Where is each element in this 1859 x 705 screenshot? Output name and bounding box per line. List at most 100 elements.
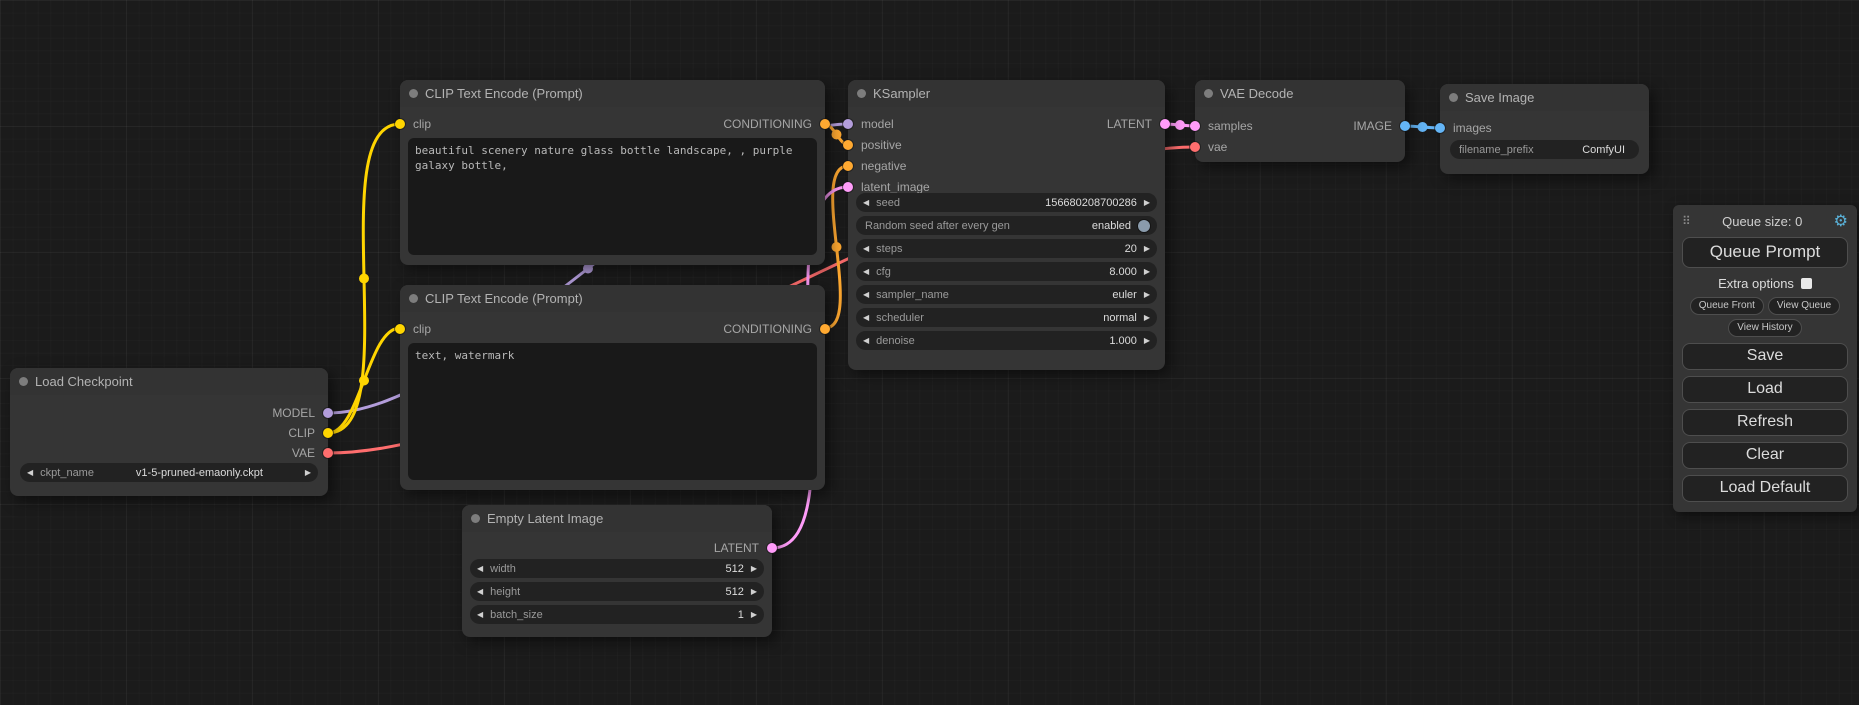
input-port-clip[interactable]	[395, 119, 405, 129]
widget-denoise[interactable]: ◀ denoise 1.000 ▶	[856, 331, 1157, 350]
widget-steps[interactable]: ◀ steps 20 ▶	[856, 239, 1157, 258]
node-title-bar[interactable]: Load Checkpoint	[10, 368, 328, 395]
input-port-vae[interactable]	[1190, 142, 1200, 152]
collapse-dot-icon[interactable]	[1204, 89, 1213, 98]
output-port-vae[interactable]	[323, 448, 333, 458]
widget-sampler-name[interactable]: ◀ sampler_name euler ▶	[856, 285, 1157, 304]
node-title: CLIP Text Encode (Prompt)	[425, 291, 583, 306]
increment-arrow-icon[interactable]: ▶	[751, 610, 757, 619]
node-load-checkpoint[interactable]: Load Checkpoint MODEL CLIP VAE ◀ ckpt_na…	[10, 368, 328, 496]
decrement-arrow-icon[interactable]: ◀	[477, 610, 483, 619]
view-queue-button[interactable]: View Queue	[1768, 297, 1840, 315]
decrement-arrow-icon[interactable]: ◀	[863, 267, 869, 276]
output-port-latent[interactable]	[767, 543, 777, 553]
output-port-latent[interactable]	[1160, 119, 1170, 129]
collapse-dot-icon[interactable]	[1449, 93, 1458, 102]
view-history-button[interactable]: View History	[1728, 319, 1801, 337]
increment-arrow-icon[interactable]: ▶	[305, 468, 311, 477]
decrement-arrow-icon[interactable]: ◀	[477, 564, 483, 573]
decrement-arrow-icon[interactable]: ◀	[27, 468, 33, 477]
node-title-bar[interactable]: KSampler	[848, 80, 1165, 107]
widget-cfg[interactable]: ◀ cfg 8.000 ▶	[856, 262, 1157, 281]
widget-random-seed-toggle[interactable]: Random seed after every gen enabled	[856, 216, 1157, 235]
widget-label: seed	[876, 197, 900, 209]
input-port-model[interactable]	[843, 119, 853, 129]
increment-arrow-icon[interactable]: ▶	[1144, 336, 1150, 345]
output-port-image[interactable]	[1400, 121, 1410, 131]
node-title-bar[interactable]: CLIP Text Encode (Prompt)	[400, 285, 825, 312]
widget-height[interactable]: ◀ height 512 ▶	[470, 582, 764, 601]
prompt-textarea[interactable]: beautiful scenery nature glass bottle la…	[408, 138, 817, 255]
node-title-bar[interactable]: Save Image	[1440, 84, 1649, 111]
save-button[interactable]: Save	[1682, 343, 1848, 370]
decrement-arrow-icon[interactable]: ◀	[863, 244, 869, 253]
queue-prompt-button[interactable]: Queue Prompt	[1682, 237, 1848, 268]
decrement-arrow-icon[interactable]: ◀	[863, 313, 869, 322]
node-save-image[interactable]: Save Image images filename_prefix ComfyU…	[1440, 84, 1649, 174]
node-title-bar[interactable]: VAE Decode	[1195, 80, 1405, 107]
collapse-dot-icon[interactable]	[409, 294, 418, 303]
collapse-dot-icon[interactable]	[409, 89, 418, 98]
node-empty-latent-image[interactable]: Empty Latent Image LATENT ◀ width 512 ▶ …	[462, 505, 772, 637]
decrement-arrow-icon[interactable]: ◀	[863, 198, 869, 207]
widget-batch-size[interactable]: ◀ batch_size 1 ▶	[470, 605, 764, 624]
decrement-arrow-icon[interactable]: ◀	[863, 336, 869, 345]
load-default-button[interactable]: Load Default	[1682, 475, 1848, 502]
input-port-positive[interactable]	[843, 140, 853, 150]
node-vae-decode[interactable]: VAE Decode samples vae IMAGE	[1195, 80, 1405, 162]
decrement-arrow-icon[interactable]: ◀	[863, 290, 869, 299]
queue-panel-header: ⠿ Queue size: 0 ⚙	[1682, 209, 1848, 233]
increment-arrow-icon[interactable]: ▶	[1144, 313, 1150, 322]
queue-front-button[interactable]: Queue Front	[1690, 297, 1764, 315]
load-button[interactable]: Load	[1682, 376, 1848, 403]
widget-label: filename_prefix	[1459, 144, 1534, 156]
widget-width[interactable]: ◀ width 512 ▶	[470, 559, 764, 578]
toggle-knob[interactable]	[1138, 220, 1150, 232]
increment-arrow-icon[interactable]: ▶	[1144, 267, 1150, 276]
increment-arrow-icon[interactable]: ▶	[751, 564, 757, 573]
node-title: Empty Latent Image	[487, 511, 603, 526]
node-title-bar[interactable]: CLIP Text Encode (Prompt)	[400, 80, 825, 107]
queue-panel[interactable]: ⠿ Queue size: 0 ⚙ Queue Prompt Extra opt…	[1673, 205, 1857, 512]
output-label-conditioning: CONDITIONING	[723, 320, 812, 338]
refresh-button[interactable]: Refresh	[1682, 409, 1848, 436]
node-clip-text-encode-positive[interactable]: CLIP Text Encode (Prompt) clip CONDITION…	[400, 80, 825, 265]
input-label-images: images	[1453, 119, 1492, 137]
input-port-negative[interactable]	[843, 161, 853, 171]
collapse-dot-icon[interactable]	[19, 377, 28, 386]
widget-label: steps	[876, 243, 902, 255]
widget-ckpt-name[interactable]: ◀ ckpt_name v1-5-pruned-emaonly.ckpt ▶	[20, 463, 318, 482]
output-port-conditioning[interactable]	[820, 119, 830, 129]
drag-handle-icon[interactable]: ⠿	[1682, 214, 1691, 228]
input-port-clip[interactable]	[395, 324, 405, 334]
collapse-dot-icon[interactable]	[857, 89, 866, 98]
node-clip-text-encode-negative[interactable]: CLIP Text Encode (Prompt) clip CONDITION…	[400, 285, 825, 490]
widget-value: 512	[725, 563, 743, 575]
increment-arrow-icon[interactable]: ▶	[1144, 244, 1150, 253]
link-midpoint-dot	[583, 264, 593, 274]
output-port-model[interactable]	[323, 408, 333, 418]
increment-arrow-icon[interactable]: ▶	[751, 587, 757, 596]
widget-scheduler[interactable]: ◀ scheduler normal ▶	[856, 308, 1157, 327]
settings-gear-icon[interactable]: ⚙	[1834, 211, 1848, 231]
input-port-samples[interactable]	[1190, 121, 1200, 131]
output-port-conditioning[interactable]	[820, 324, 830, 334]
input-port-latent-image[interactable]	[843, 182, 853, 192]
decrement-arrow-icon[interactable]: ◀	[477, 587, 483, 596]
node-ksampler[interactable]: KSampler model positive negative latent_…	[848, 80, 1165, 370]
prompt-textarea[interactable]: text, watermark	[408, 343, 817, 480]
collapse-dot-icon[interactable]	[471, 514, 480, 523]
widget-label: width	[490, 563, 516, 575]
input-port-images[interactable]	[1435, 123, 1445, 133]
output-port-clip[interactable]	[323, 428, 333, 438]
clear-button[interactable]: Clear	[1682, 442, 1848, 469]
widget-label: denoise	[876, 335, 915, 347]
extra-options-checkbox[interactable]	[1801, 278, 1812, 289]
node-title-bar[interactable]: Empty Latent Image	[462, 505, 772, 532]
widget-filename-prefix[interactable]: filename_prefix ComfyUI	[1450, 140, 1639, 159]
widget-seed[interactable]: ◀ seed 156680208700286 ▶	[856, 193, 1157, 212]
increment-arrow-icon[interactable]: ▶	[1144, 290, 1150, 299]
widget-value: ComfyUI	[1582, 144, 1625, 156]
increment-arrow-icon[interactable]: ▶	[1144, 198, 1150, 207]
widget-label: cfg	[876, 266, 891, 278]
